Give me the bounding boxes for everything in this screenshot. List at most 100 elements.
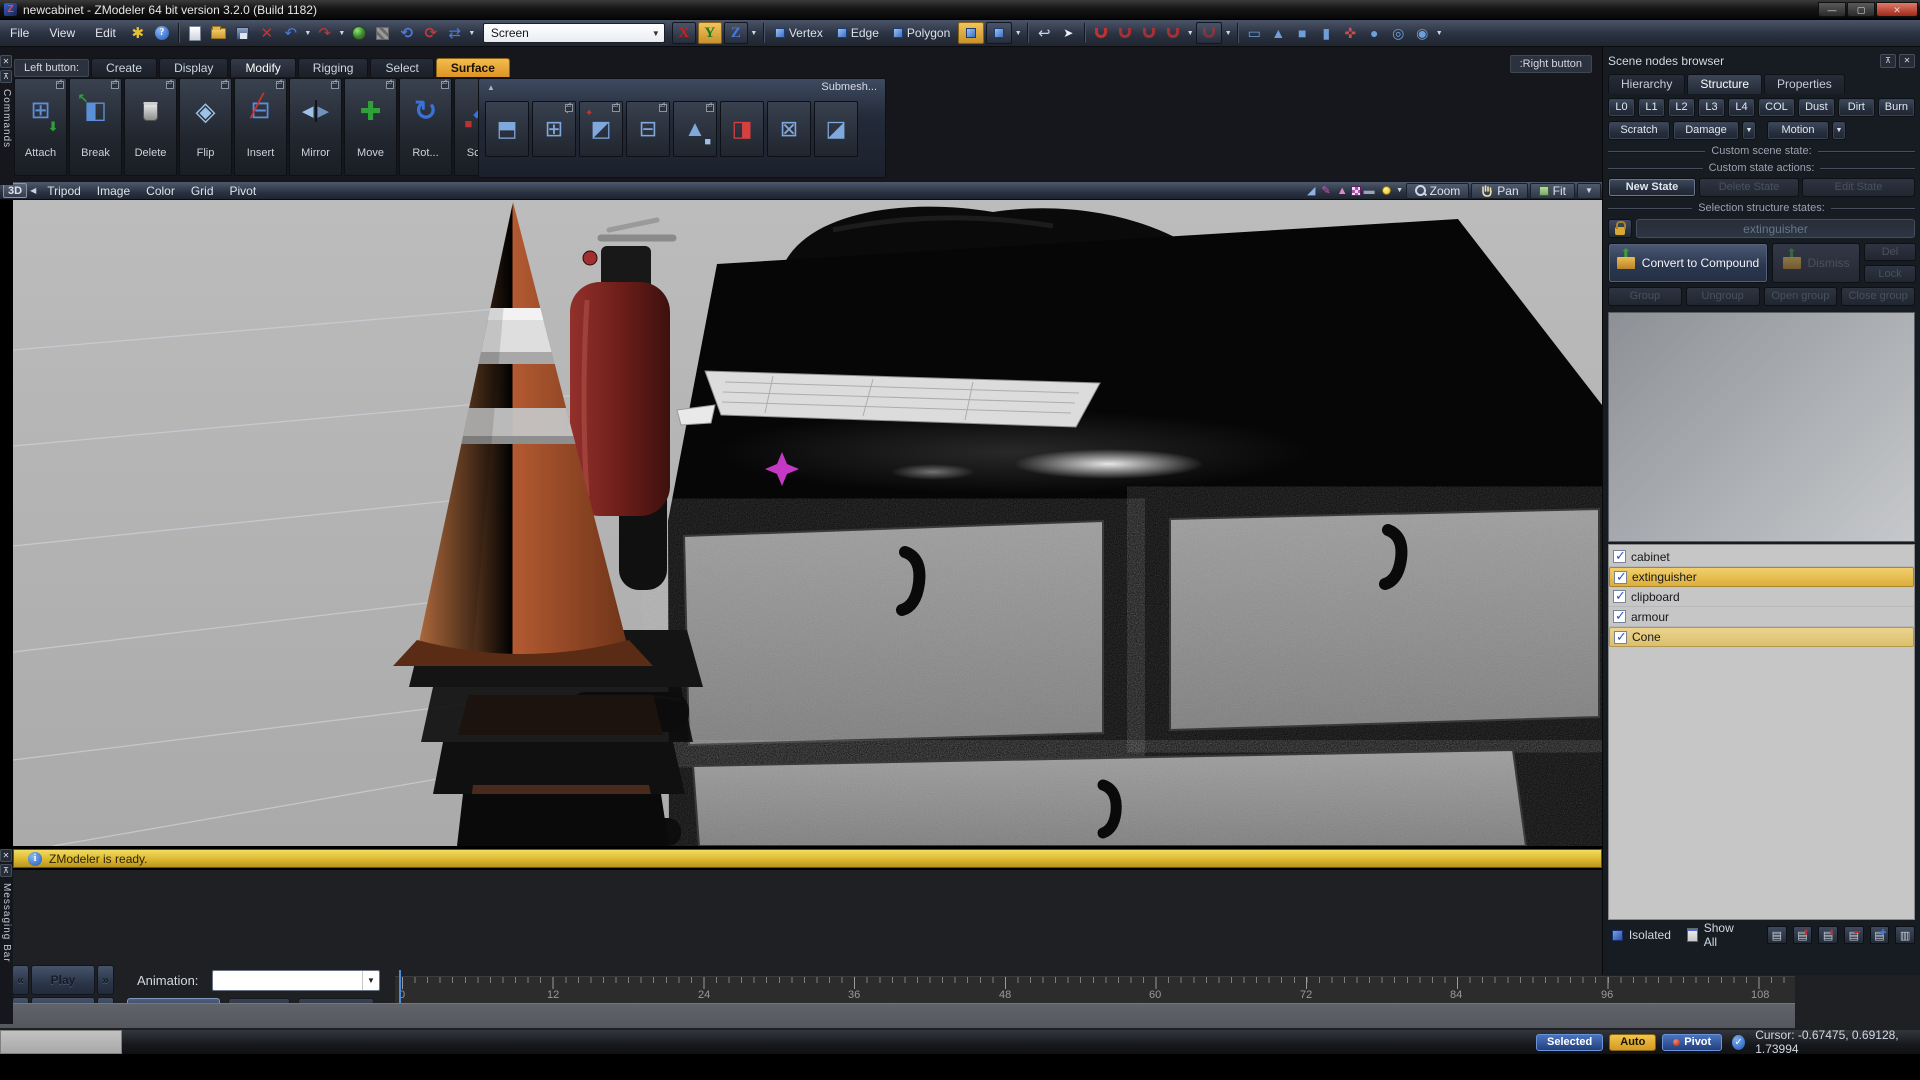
close-icon[interactable]: ✕ xyxy=(0,55,12,68)
animation-combo[interactable]: ▼ xyxy=(212,970,380,991)
del-button[interactable]: Del xyxy=(1864,243,1916,261)
refresh-dropdown[interactable]: ▼ xyxy=(467,30,477,37)
viewport-menu-image[interactable]: Image xyxy=(89,184,138,198)
create-cube-button[interactable]: ■ xyxy=(1291,22,1313,44)
tab-create[interactable]: Create xyxy=(91,58,157,77)
lock-state-button[interactable]: Lock xyxy=(1864,265,1916,283)
material-button[interactable] xyxy=(372,22,394,44)
redo-button[interactable]: ⟳ xyxy=(420,22,442,44)
state-l3-button[interactable]: L3 xyxy=(1698,98,1725,117)
node-row-cone[interactable]: Cone xyxy=(1609,627,1914,647)
collapse-left-icon[interactable]: ◀ xyxy=(30,186,36,195)
checker-icon[interactable] xyxy=(1351,186,1361,196)
flip-tool-button[interactable]: ◈ Flip xyxy=(179,78,232,176)
export-button[interactable]: ↷ xyxy=(314,22,336,44)
skip-start-button[interactable]: « xyxy=(12,965,29,995)
viewport-3d-scene[interactable] xyxy=(13,200,1602,846)
auto-button[interactable]: Auto xyxy=(1609,1034,1656,1051)
select-back-button[interactable]: ↩ xyxy=(1033,22,1055,44)
pan-button[interactable]: Pan xyxy=(1471,183,1527,199)
tab-rigging[interactable]: Rigging xyxy=(298,58,369,77)
convert-to-compound-button[interactable]: Convert to Compound xyxy=(1608,243,1768,283)
viewport-menu-pivot[interactable]: Pivot xyxy=(222,184,265,198)
submesh-tool-5[interactable]: ▲■ xyxy=(673,101,717,157)
viewport-menu-tripod[interactable]: Tripod xyxy=(39,184,89,198)
insert-tool-button[interactable]: ⊟╱ Insert xyxy=(234,78,287,176)
menu-file[interactable]: File xyxy=(0,23,39,43)
state-l4-button[interactable]: L4 xyxy=(1728,98,1755,117)
selected-mode-button[interactable]: Selected xyxy=(1536,1034,1603,1051)
menu-edit[interactable]: Edit xyxy=(85,23,126,43)
new-file-button[interactable] xyxy=(184,22,206,44)
visibility-checkbox[interactable] xyxy=(1613,610,1626,623)
update-button[interactable] xyxy=(348,22,370,44)
motion-dropdown[interactable]: ▼ xyxy=(1832,121,1846,140)
tab-select[interactable]: Select xyxy=(370,58,433,77)
view-mode-button[interactable]: 3D xyxy=(3,183,27,198)
viewport[interactable] xyxy=(13,200,1602,846)
rotate-tool-button[interactable]: ↻ Rot... xyxy=(399,78,452,176)
snap-face-button[interactable] xyxy=(1138,22,1160,44)
delete-state-button[interactable]: Delete State xyxy=(1699,178,1799,197)
axis-dropdown[interactable]: ▼ xyxy=(749,30,759,37)
timeline-ruler[interactable]: 0 12 24 36 48 60 72 84 96 108 xyxy=(395,976,1795,1003)
state-burn-button[interactable]: Burn xyxy=(1878,98,1915,117)
export-dropdown[interactable]: ▼ xyxy=(337,30,347,37)
open-group-button[interactable]: Open group xyxy=(1764,287,1838,306)
lightbulb-icon[interactable] xyxy=(1382,186,1391,195)
submesh-tool-6[interactable]: ◨ xyxy=(720,101,764,157)
move-tool-button[interactable]: ✚ Move xyxy=(344,78,397,176)
node-row-cabinet[interactable]: cabinet xyxy=(1609,547,1914,567)
list-filter-button-6[interactable]: ▥ xyxy=(1895,926,1915,944)
menu-view[interactable]: View xyxy=(39,23,85,43)
expand-corner-icon[interactable] xyxy=(659,104,667,112)
list-filter-button-2[interactable]: ▤⬆ xyxy=(1793,926,1813,944)
save-button[interactable] xyxy=(232,22,254,44)
node-row-clipboard[interactable]: clipboard xyxy=(1609,587,1914,607)
edit-state-button[interactable]: Edit State xyxy=(1802,178,1915,197)
lock-button[interactable] xyxy=(1608,219,1632,238)
primitives-dropdown[interactable]: ▼ xyxy=(1434,30,1444,37)
fit-button[interactable]: Fit xyxy=(1530,183,1575,199)
submesh-tool-8[interactable]: ◪ xyxy=(814,101,858,157)
pin-icon[interactable]: ⊼ xyxy=(0,864,12,877)
create-point-button[interactable]: ✜ xyxy=(1339,22,1361,44)
state-motion-button[interactable]: Motion xyxy=(1767,121,1829,140)
create-box-button[interactable]: ▭ xyxy=(1243,22,1265,44)
axis-z-button[interactable]: Z xyxy=(724,22,748,44)
debug-button[interactable]: ✱ xyxy=(127,22,149,44)
refresh-button[interactable]: ⇄ xyxy=(444,22,466,44)
attach-tool-button[interactable]: ⊞⬇ Attach xyxy=(14,78,67,176)
delete-button[interactable]: ✕ xyxy=(256,22,278,44)
tab-surface[interactable]: Surface xyxy=(436,58,510,77)
viewport-menu-grid[interactable]: Grid xyxy=(183,184,222,198)
state-dust-button[interactable]: Dust xyxy=(1798,98,1835,117)
tab-display[interactable]: Display xyxy=(159,58,228,77)
list-filter-button-4[interactable]: ▤↩ xyxy=(1844,926,1864,944)
list-filter-button-5[interactable]: ▤✚ xyxy=(1870,926,1890,944)
maximize-button[interactable]: ▢ xyxy=(1847,2,1875,17)
pencil-icon[interactable]: ✎ xyxy=(1322,184,1331,197)
display-dropdown[interactable]: ▼ xyxy=(1395,187,1405,194)
node-row-armour[interactable]: armour xyxy=(1609,607,1914,627)
submesh-tool-4[interactable]: ⊟ xyxy=(626,101,670,157)
create-cone-button[interactable]: ▲ xyxy=(1267,22,1289,44)
list-filter-button-3[interactable]: ▤⬇ xyxy=(1818,926,1838,944)
new-state-button[interactable]: New State xyxy=(1608,178,1696,197)
cone-marker-icon[interactable]: ▲ xyxy=(1337,185,1348,197)
create-cylinder-button[interactable]: ▮ xyxy=(1315,22,1337,44)
eraser-icon[interactable]: ◢ xyxy=(1307,184,1315,197)
polygon-mode-button[interactable]: Polygon xyxy=(886,22,957,44)
visibility-checkbox[interactable] xyxy=(1613,550,1626,563)
vertex-mode-button[interactable]: Vertex xyxy=(768,22,830,44)
minimize-button[interactable]: — xyxy=(1818,2,1846,17)
visibility-checkbox[interactable] xyxy=(1614,571,1627,584)
submesh-tool-7[interactable]: ⊠ xyxy=(767,101,811,157)
axis-y-button[interactable]: Y xyxy=(698,22,722,44)
pivot-button[interactable]: Pivot xyxy=(1662,1034,1722,1051)
select-cursor-button[interactable]: ➤ xyxy=(1057,22,1079,44)
confirm-icon[interactable]: ✓ xyxy=(1732,1035,1745,1050)
node-row-extinguisher[interactable]: extinguisher xyxy=(1609,567,1914,587)
pin-icon[interactable]: ⊼ xyxy=(1880,54,1896,68)
isolated-button[interactable]: Isolated xyxy=(1629,928,1671,942)
